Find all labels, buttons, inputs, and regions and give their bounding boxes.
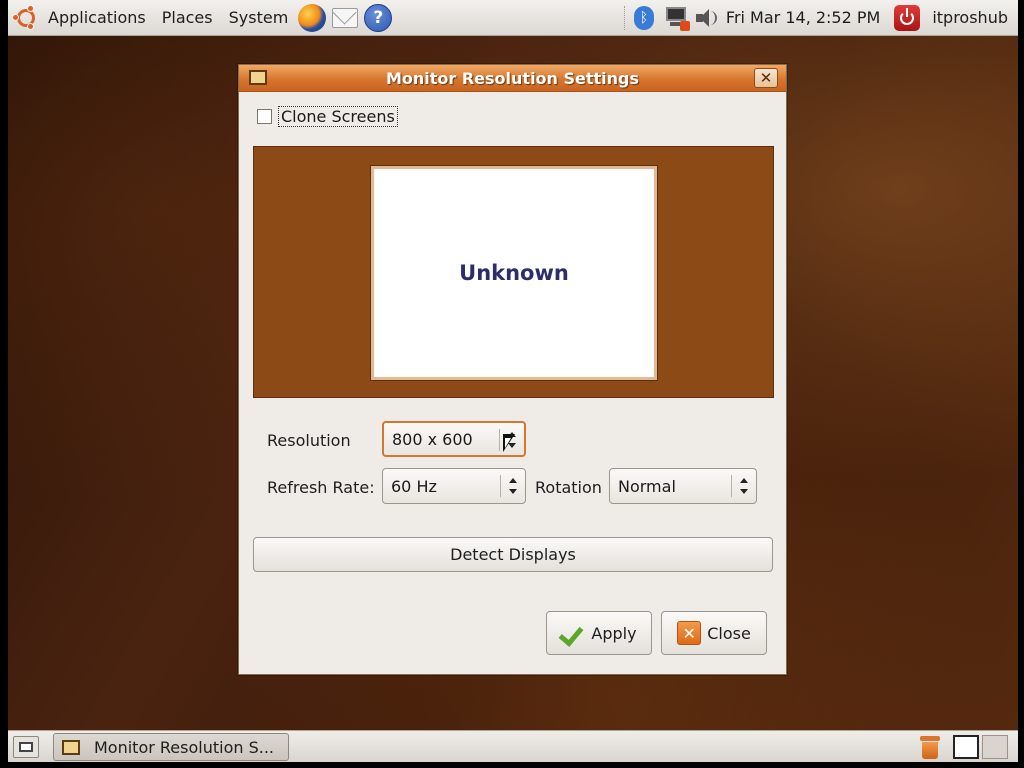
refresh-rate-value: 60 Hz [391,476,437,496]
detect-displays-label: Detect Displays [450,545,576,564]
menu-system[interactable]: System [221,0,297,36]
rotation-label: Rotation [535,478,602,497]
rotation-chevron-icon [740,477,748,495]
refresh-rate-label: Refresh Rate: [267,478,375,497]
monitor-preview[interactable]: Unknown [370,165,658,381]
mail-launcher-icon[interactable] [332,7,359,28]
top-panel: Applications Places System ? ᛒ Fri Mar 1… [8,0,1018,36]
monitor-settings-icon [62,739,80,755]
apply-label: Apply [591,623,637,643]
checkmark-icon [561,623,585,643]
monitor-name-label: Unknown [459,261,569,285]
volume-icon[interactable] [695,8,718,28]
refresh-rate-combo[interactable]: 60 Hz [382,468,526,504]
clone-screens-checkbox[interactable] [257,109,272,124]
rotation-value: Normal [618,476,676,496]
clock[interactable]: Fri Mar 14, 2:52 PM [724,8,888,27]
menu-places[interactable]: Places [154,0,221,36]
tray-separator [623,5,626,30]
username[interactable]: itproshub [926,8,1018,27]
workspace-2[interactable] [982,735,1008,759]
workspace-1[interactable] [953,735,979,759]
dialog-title: Monitor Resolution Settings [385,68,640,88]
resolution-value: 800 x 600 [392,429,473,449]
close-button[interactable]: ✕ Close [661,611,767,655]
system-tray: ᛒ Fri Mar 14, 2:52 PM itproshub [616,0,1018,36]
dialog-titlebar[interactable]: Monitor Resolution Settings ✕ [239,65,786,92]
clone-screens-label[interactable]: Clone Screens [278,106,398,127]
clone-screens-row[interactable]: Clone Screens [257,106,398,127]
ubuntu-logo-icon[interactable] [12,4,40,32]
monitor-preview-area: Unknown [253,146,774,398]
taskbar-window-button[interactable]: Monitor Resolution S... [53,733,289,761]
menu-applications[interactable]: Applications [40,0,154,36]
apply-button[interactable]: Apply [546,611,652,655]
detect-displays-button[interactable]: Detect Displays [253,537,773,572]
refresh-rate-chevron-icon [509,477,517,495]
rotation-combo[interactable]: Normal [609,468,757,504]
show-desktop-button[interactable] [13,736,39,758]
close-label: Close [707,623,751,643]
close-icon: ✕ [677,621,702,645]
network-icon[interactable] [664,6,690,31]
bluetooth-icon[interactable]: ᛒ [633,5,654,30]
firefox-launcher-icon[interactable] [298,3,327,32]
titlebar-close-button[interactable]: ✕ [754,68,778,88]
bottom-panel: Monitor Resolution S... [8,730,1018,762]
help-launcher-icon[interactable]: ? [364,3,393,32]
mouse-pointer-icon [503,434,517,456]
trash-icon[interactable] [920,736,940,760]
taskbar-window-label: Monitor Resolution S... [94,737,275,757]
monitor-resolution-dialog: Monitor Resolution Settings ✕ Clone Scre… [238,64,787,675]
resolution-label: Resolution [267,431,351,450]
monitor-settings-icon [249,70,267,85]
power-icon[interactable] [894,4,921,31]
